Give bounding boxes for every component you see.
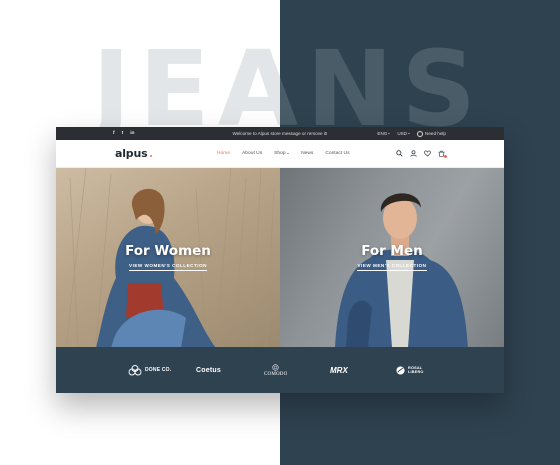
nav-menu: Home About Us Shop News Contact Us <box>217 140 350 167</box>
nav-item-about[interactable]: About Us <box>242 151 262 156</box>
brand-name: DONE CO. <box>145 367 172 373</box>
men-panel[interactable]: For Men VIEW MEN'S COLLECTION <box>280 168 504 348</box>
men-collection-link[interactable]: VIEW MEN'S COLLECTION <box>280 263 504 271</box>
category-panels: For Women VIEW WOMEN'S COLLECTION For Me… <box>56 168 504 348</box>
brand-logo[interactable]: ROSAL LIBERO <box>396 347 428 393</box>
brand-name: Coetus <box>196 366 221 374</box>
language-select[interactable]: ENG <box>377 131 391 136</box>
help-label: Need help <box>425 131 446 136</box>
nav-item-shop[interactable]: Shop <box>274 151 290 156</box>
main-nav: alpus Home About Us Shop News Contact Us <box>56 140 504 168</box>
heart-icon[interactable] <box>424 150 431 157</box>
logo[interactable]: alpus <box>115 147 148 160</box>
top-bar-right: ENG USD Need help <box>377 127 446 140</box>
currency-select[interactable]: USD <box>397 131 411 136</box>
brand-mark-icon <box>128 364 142 375</box>
user-icon[interactable] <box>410 150 417 157</box>
brand-logo[interactable]: COMODO <box>264 347 287 393</box>
help-link[interactable]: Need help <box>417 130 446 137</box>
nav-item-contact[interactable]: Contact Us <box>325 151 349 156</box>
brand-mark-icon <box>396 365 405 375</box>
brand-logo[interactable]: MRX <box>330 347 348 393</box>
nav-icons <box>396 140 447 167</box>
chevron-down-icon <box>408 133 411 134</box>
top-bar: f t in Welcome to Alpus store message or… <box>56 127 504 140</box>
brand-name: MRX <box>330 365 348 375</box>
women-panel[interactable]: For Women VIEW WOMEN'S COLLECTION <box>56 168 280 348</box>
currency-value: USD <box>397 131 408 136</box>
brand-name: ROSAL LIBERO <box>408 365 424 375</box>
brand-logo[interactable]: DONE CO. <box>128 347 171 393</box>
brand-name: COMODO <box>264 371 288 377</box>
logo-dot <box>150 155 152 157</box>
search-icon[interactable] <box>396 150 403 157</box>
chevron-down-icon <box>287 153 290 154</box>
cart-button[interactable] <box>438 150 447 158</box>
men-title: For Men <box>361 243 423 259</box>
brand-mark-icon <box>272 363 279 371</box>
nav-item-home[interactable]: Home <box>217 151 230 156</box>
women-title: For Women <box>125 243 211 259</box>
nav-item-news[interactable]: News <box>301 151 313 156</box>
women-collection-link[interactable]: VIEW WOMEN'S COLLECTION <box>56 263 280 271</box>
brand-strip: DONE CO. Coetus COMODO MRX ROSAL LIBERO <box>56 347 504 393</box>
chevron-down-icon <box>388 133 391 134</box>
nav-item-shop-label: Shop <box>274 151 286 156</box>
cart-badge <box>444 155 447 158</box>
language-value: ENG <box>377 131 388 136</box>
brand-logo[interactable]: Coetus <box>196 347 221 393</box>
help-icon <box>417 130 424 137</box>
website-mockup: f t in Welcome to Alpus store message or… <box>56 127 504 393</box>
